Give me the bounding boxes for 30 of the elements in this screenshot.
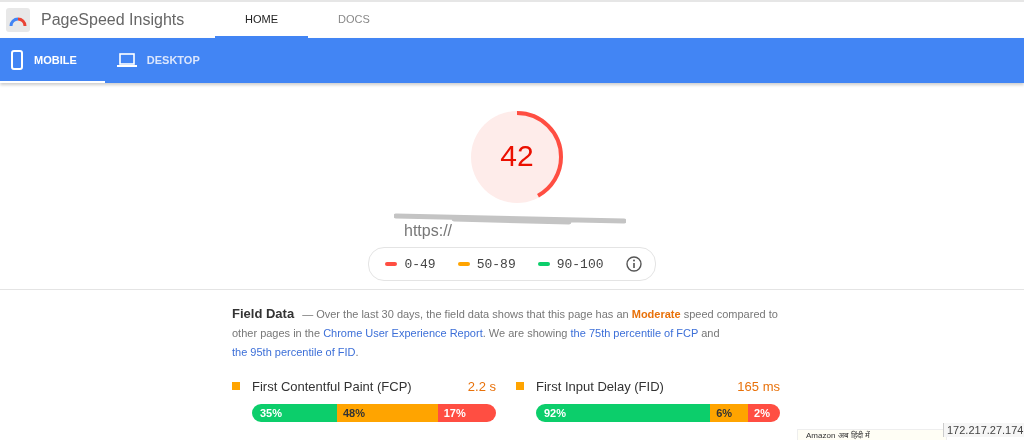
logo-icon xyxy=(6,8,30,32)
popup-snippet: Amazon अब हिंदी में xyxy=(797,429,947,440)
metric-value: 2.2 s xyxy=(467,378,496,394)
legend-range: 90-100 xyxy=(556,256,604,272)
metric-value: 165 ms xyxy=(737,378,780,394)
laptop-icon xyxy=(116,51,137,68)
report-link[interactable]: the 75th percentile of FCP xyxy=(570,327,699,339)
info-icon xyxy=(625,256,642,272)
device-tab[interactable]: MOBILE xyxy=(0,38,105,83)
distribution-segment: 92% xyxy=(536,404,711,422)
app-title: PageSpeed Insights xyxy=(41,11,186,29)
metric-name: First Contentful Paint (FCP) xyxy=(252,378,413,394)
page-url: https:// xyxy=(404,222,453,239)
score-value: 42 xyxy=(499,138,535,174)
distribution-segment: 35% xyxy=(252,404,337,422)
address-tooltip: 172.217.27.174 xyxy=(943,423,1024,437)
section-title: Field Data xyxy=(232,306,295,321)
report-link[interactable]: the 95th percentile of FID xyxy=(232,346,356,358)
distribution-segment: 17% xyxy=(437,404,496,422)
legend-range: 50-89 xyxy=(476,256,516,272)
device-tab[interactable]: DESKTOP xyxy=(106,38,218,83)
phone-icon xyxy=(10,49,24,70)
report-link[interactable]: Chrome User Experience Report xyxy=(323,327,483,339)
nav-tab[interactable]: DOCS xyxy=(308,2,400,38)
legend-range: 0-49 xyxy=(404,256,436,272)
distribution-segment: 2% xyxy=(748,404,780,422)
field-data-description: Field Data — Over the last 30 days, the field data shows that this page has an Moderate speed compared to other pages in the Chrome User Experience Report. We are showing the 75th percentile of FCP and the 95th percentile of FID. xyxy=(232,305,779,360)
distribution-segment: 48% xyxy=(336,404,438,422)
distribution-segment: 6% xyxy=(710,404,749,422)
metric-name: First Input Delay (FID) xyxy=(536,378,665,394)
